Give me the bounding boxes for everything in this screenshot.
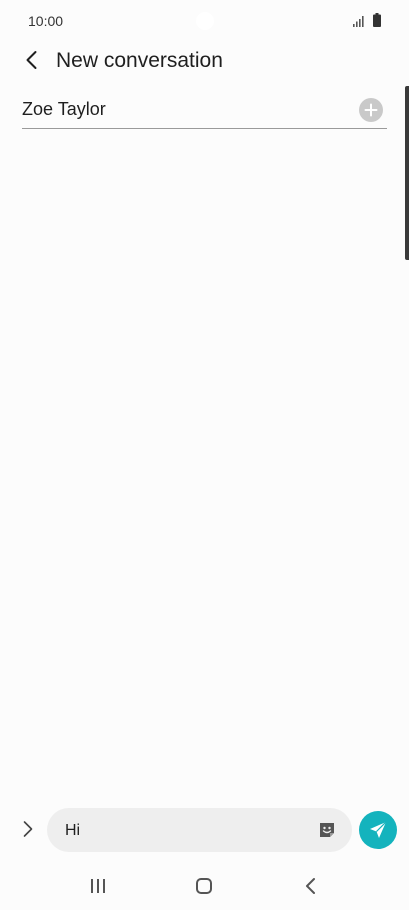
status-time: 10:00 xyxy=(28,13,64,29)
status-bar: 10:00 xyxy=(0,0,409,42)
home-icon[interactable] xyxy=(193,876,215,896)
back-icon[interactable] xyxy=(300,876,322,896)
navigation-bar xyxy=(0,862,409,910)
recents-icon[interactable] xyxy=(86,876,110,896)
send-icon xyxy=(370,821,387,838)
message-input-container xyxy=(47,808,352,852)
page-title: New conversation xyxy=(56,49,223,72)
sticker-icon[interactable] xyxy=(317,820,337,840)
recipient-field[interactable]: Zoe Taylor xyxy=(22,92,387,129)
send-button[interactable] xyxy=(359,811,397,849)
camera-cutout xyxy=(196,12,214,30)
header: New conversation xyxy=(0,42,409,80)
signal-icon xyxy=(353,16,364,27)
message-input[interactable] xyxy=(65,820,295,842)
add-circle-icon[interactable] xyxy=(359,98,383,122)
back-arrow-icon[interactable] xyxy=(20,48,44,72)
chevron-right-icon[interactable] xyxy=(18,819,38,839)
recipient-value: Zoe Taylor xyxy=(22,99,106,119)
conversation-area xyxy=(0,130,409,800)
battery-icon xyxy=(373,13,381,27)
message-composer xyxy=(0,806,409,856)
